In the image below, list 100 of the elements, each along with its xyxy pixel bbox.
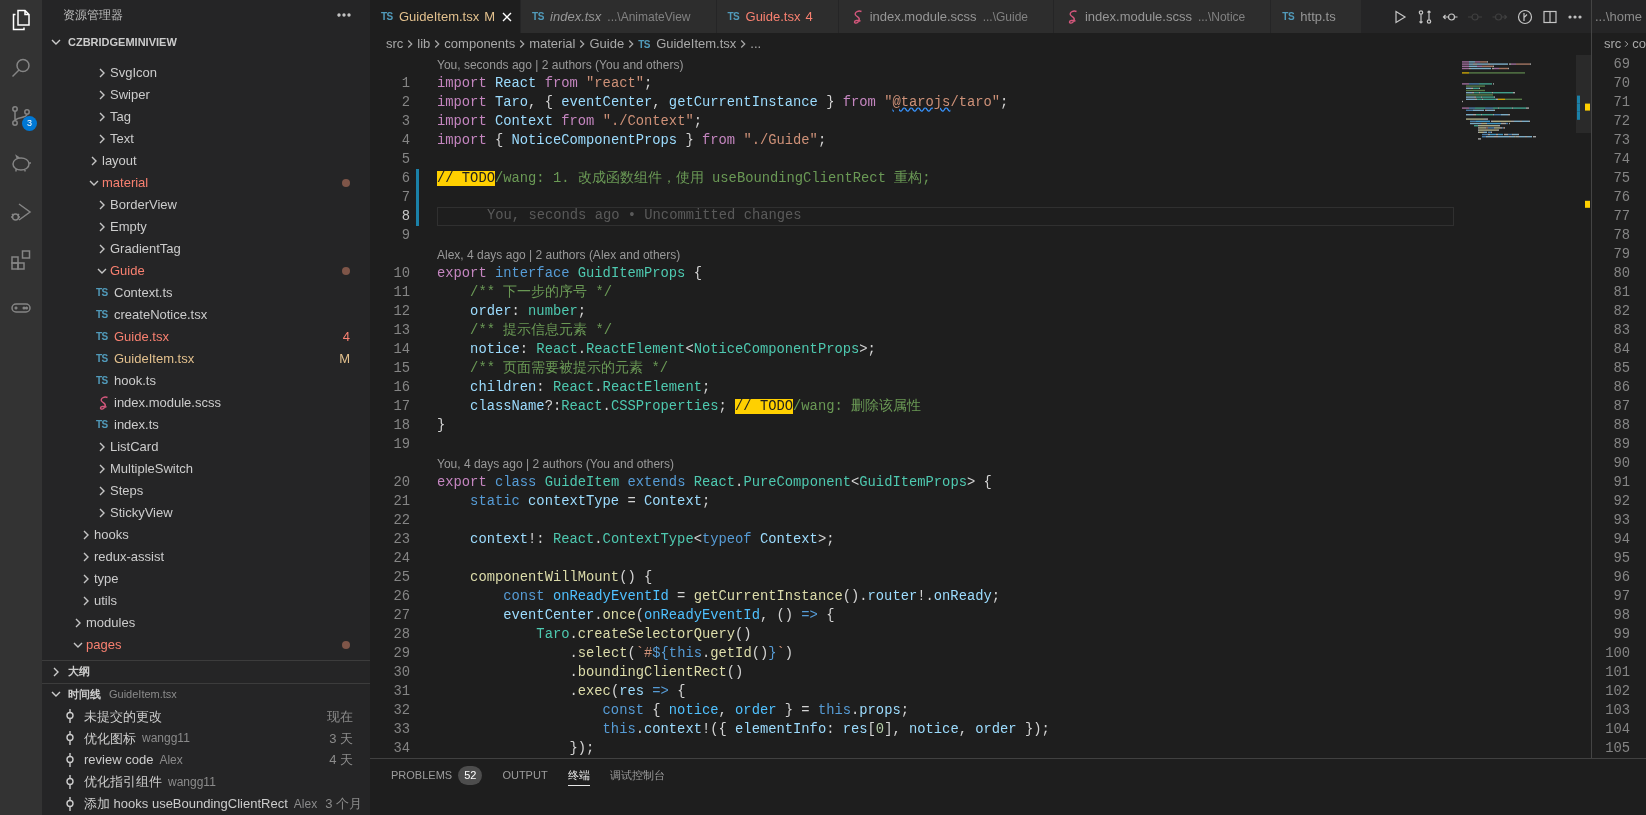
branch-circle-icon[interactable] — [1516, 8, 1533, 25]
file-item[interactable]: index.module.scss — [42, 391, 370, 414]
line-number: 10 — [392, 265, 410, 283]
folder-item[interactable]: pages — [42, 633, 370, 656]
line-number: 34 — [392, 740, 410, 758]
editor-tab[interactable]: TS GuideItem.tsx M — [370, 0, 522, 33]
problem-count: 4 — [342, 328, 350, 347]
panel-tab[interactable]: PROBLEMS 52 — [391, 767, 483, 786]
code-line: /** 页面需要被提示的元素 */ — [469, 359, 669, 378]
breadcrumb-item[interactable]: material — [529, 34, 576, 54]
folder-item[interactable]: MultipleSwitch — [42, 457, 370, 480]
code-line: /** 提示信息元素 */ — [469, 321, 613, 340]
editor-tab[interactable]: index.module.scss ...\Guide — [838, 0, 1054, 33]
line-number: 24 — [392, 550, 410, 568]
blame-annotation[interactable]: You, seconds ago | 2 authors (You and others) — [437, 55, 684, 74]
folder-item[interactable]: BorderView — [42, 193, 370, 216]
timeline-item[interactable]: 未提交的更改 现在 — [42, 705, 370, 728]
folder-item[interactable]: Text — [42, 127, 370, 150]
editor-tab[interactable]: TS index.tsx ...\AnimateView — [521, 0, 717, 33]
blame-annotation[interactable]: You, 4 days ago | 2 authors (You and others) — [437, 454, 675, 473]
code-line: export interface GuidItemProps { — [437, 265, 702, 283]
folder-item[interactable]: StickyView — [42, 501, 370, 524]
panel-tab[interactable]: 调试控制台 — [609, 767, 665, 786]
extensions-icon[interactable] — [9, 248, 33, 272]
line-number: 92 — [1613, 493, 1631, 511]
folder-item[interactable]: Empty — [42, 215, 370, 238]
timeline-item[interactable]: review code Alex 4 天 — [42, 749, 370, 772]
folder-item[interactable]: hooks — [42, 523, 370, 546]
line-number: 78 — [1613, 227, 1631, 245]
file-item[interactable]: TS createNotice.tsx — [42, 303, 370, 326]
breadcrumb-item[interactable]: src — [386, 34, 404, 54]
line-number: 94 — [1613, 531, 1631, 549]
folder-item[interactable]: utils — [42, 589, 370, 612]
folder-item[interactable]: Tag — [42, 105, 370, 128]
breadcrumb-item[interactable]: components — [444, 34, 516, 54]
folder-item[interactable]: Swiper — [42, 83, 370, 106]
timeline-item[interactable]: 添加 hooks useBoundingClientRect Alex 3 个月 — [42, 793, 370, 815]
file-item[interactable]: TS Context.ts — [42, 281, 370, 304]
line-number: 13 — [392, 322, 410, 340]
folder-item[interactable]: SvgIcon — [42, 61, 370, 84]
source-control-icon[interactable] — [9, 104, 33, 128]
editor-tab[interactable]: index.module.scss ...\Notice — [1054, 0, 1272, 33]
blame-annotation[interactable]: Alex, 4 days ago | 2 authors (Alex and others) — [437, 245, 681, 264]
folder-item[interactable]: redux-assist — [42, 545, 370, 568]
breadcrumb-item[interactable]: TS GuideItem.tsx — [638, 34, 737, 54]
file-item[interactable]: TS GuideItem.tsx M — [42, 347, 370, 370]
file-item[interactable]: TS index.ts — [42, 413, 370, 436]
breadcrumb-item[interactable]: ... — [750, 34, 762, 54]
file-item[interactable]: TS Guide.tsx 4 — [42, 325, 370, 348]
section-header[interactable]: 时间线 GuideItem.tsx — [42, 683, 370, 706]
line-number: 17 — [392, 398, 410, 416]
code-line: import Taro, { eventCenter, getCurrentInstance } from "@tarojs/taro"; — [437, 94, 1009, 112]
search-icon[interactable] — [9, 56, 33, 80]
editor-tab[interactable]: TS http.ts — [1271, 0, 1362, 33]
inline-blame: You, seconds ago • Uncommitted changes — [487, 207, 802, 226]
line-number: 32 — [392, 702, 410, 720]
breadcrumb-item[interactable]: co — [1632, 34, 1646, 54]
timeline-item[interactable]: 优化图标 wangg11 3 天 — [42, 727, 370, 750]
file-item[interactable]: TS hook.ts — [42, 369, 370, 392]
line-number: 97 — [1613, 588, 1631, 606]
line-number: 25 — [392, 569, 410, 587]
code-line: Taro.createSelectorQuery() — [535, 626, 752, 644]
line-number: 85 — [1613, 360, 1631, 378]
code-line: context!: React.ContextType<typeof Context>; — [469, 531, 835, 549]
project-header[interactable]: CZBRIDGEMINIVIEW — [42, 30, 370, 53]
code-line: className?:React.CSSProperties; // TODO/wang: 删除该属性 — [469, 397, 922, 416]
code-line: this.context!({ elementInfo: res[0], notice, order }); — [601, 721, 1050, 739]
breadcrumb-item[interactable]: Guide — [589, 34, 625, 54]
line-number: 5 — [400, 151, 410, 169]
line-number: 84 — [1613, 341, 1631, 359]
line-number: 9 — [400, 227, 410, 245]
section-header[interactable]: 大纲 — [42, 660, 370, 683]
panel-tab[interactable]: OUTPUT — [502, 767, 548, 786]
breadcrumb-item[interactable]: src — [1604, 34, 1622, 54]
line-number: 83 — [1613, 322, 1631, 340]
line-number: 14 — [392, 341, 410, 359]
compare-icon[interactable] — [1416, 8, 1433, 25]
folder-item[interactable]: Steps — [42, 479, 370, 502]
line-number: 31 — [392, 683, 410, 701]
line-number: 7 — [400, 189, 410, 207]
panel-tab[interactable]: 终端 — [567, 767, 590, 786]
split-editor-icon[interactable] — [1541, 8, 1558, 25]
folder-item[interactable]: type — [42, 567, 370, 590]
file-type-icon: TS — [96, 285, 111, 301]
status-dot-icon — [342, 178, 350, 187]
folder-item[interactable]: ListCard — [42, 435, 370, 458]
line-number: 15 — [392, 360, 410, 378]
line-number: 91 — [1613, 474, 1631, 492]
status-dot-icon — [342, 266, 350, 275]
folder-item[interactable]: Guide — [42, 259, 370, 282]
folder-item[interactable]: modules — [42, 611, 370, 634]
line-number: 28 — [392, 626, 410, 644]
run-debug-icon[interactable] — [9, 200, 33, 224]
breadcrumb-item[interactable]: lib — [417, 34, 431, 54]
timeline-item[interactable]: 优化指引组件 wangg11 — [42, 771, 370, 794]
editor-tab[interactable]: TS Guide.tsx 4 — [716, 0, 839, 33]
folder-item[interactable]: GradientTag — [42, 237, 370, 260]
folder-item[interactable]: layout — [42, 149, 370, 172]
line-number: 105 — [1605, 740, 1631, 758]
folder-item[interactable]: material — [42, 171, 370, 194]
